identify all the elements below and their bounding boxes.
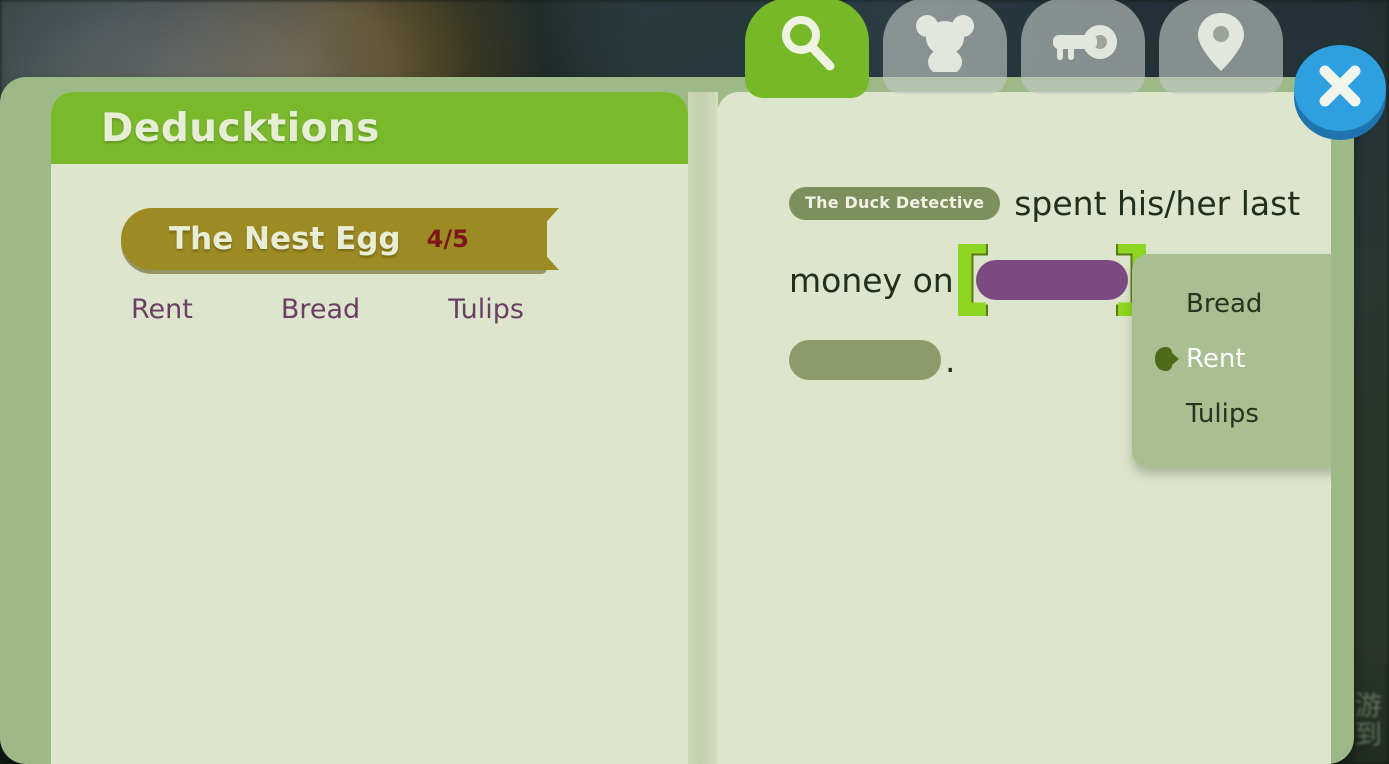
page-title: Deducktions	[101, 105, 380, 151]
sentence-text-2-prefix: money on	[789, 260, 954, 300]
left-page-header: Deducktions	[51, 92, 688, 164]
notebook-tab-strip	[745, 0, 1283, 98]
case-notebook: Deducktions The Nest Egg 4/5 Rent Bread …	[0, 77, 1354, 764]
word-bank-item-tulips[interactable]: Tulips	[448, 294, 524, 325]
case-ribbon-the-nest-egg[interactable]: The Nest Egg 4/5	[121, 208, 581, 272]
close-button-face	[1294, 45, 1386, 131]
watermark-line-2: 到	[1355, 719, 1383, 751]
key-icon	[1047, 19, 1119, 65]
sentence-end-punctuation: .	[945, 340, 956, 380]
answer-slot-2-fill	[789, 340, 941, 380]
duck-head-marker-icon	[1154, 346, 1180, 372]
answer-slot-1-fill	[975, 260, 1128, 300]
left-page: Deducktions The Nest Egg 4/5 Rent Bread …	[51, 92, 688, 764]
magnifier-icon	[771, 8, 843, 80]
case-list: The Nest Egg 4/5	[51, 164, 688, 272]
word-bank-item-rent[interactable]: Rent	[131, 294, 193, 325]
answer-dropdown: Bread Rent Tulips	[1132, 254, 1331, 467]
tab-deductions[interactable]	[745, 0, 869, 98]
notebook-spine	[688, 92, 718, 764]
case-progress-counter: 4/5	[426, 225, 469, 253]
answer-slot-2[interactable]	[789, 340, 941, 380]
tab-evidence[interactable]	[1021, 0, 1145, 94]
sentence-text-1: spent his/her last	[1014, 184, 1301, 223]
close-button[interactable]	[1294, 45, 1386, 140]
dropdown-option-rent[interactable]: Rent	[1132, 331, 1331, 386]
dropdown-option-tulips-label: Tulips	[1186, 398, 1259, 429]
tab-suspects[interactable]	[883, 0, 1007, 94]
deduction-sentence-area: The Duck Detective spent his/her last mo…	[717, 92, 1331, 764]
subject-chip[interactable]: The Duck Detective	[789, 187, 1001, 220]
word-bank: Rent Bread Tulips	[51, 294, 688, 325]
sentence-line-1: The Duck Detective spent his/her last	[789, 187, 1331, 220]
answer-slot-1[interactable]	[956, 238, 1148, 320]
word-bank-item-bread[interactable]: Bread	[281, 294, 360, 325]
location-pin-icon	[1196, 11, 1246, 73]
dropdown-option-rent-label: Rent	[1186, 343, 1246, 374]
dropdown-option-tulips[interactable]: Tulips	[1132, 386, 1331, 441]
tab-locations[interactable]	[1159, 0, 1283, 94]
selection-bracket-left-icon	[956, 238, 990, 320]
ribbon-tail	[531, 208, 559, 270]
teddy-bear-icon	[913, 12, 977, 72]
dropdown-option-bread-label: Bread	[1186, 288, 1263, 319]
watermark-line-1: 游	[1355, 691, 1383, 723]
background-watermark-text: 游 到	[1355, 691, 1383, 751]
close-icon	[1315, 61, 1365, 115]
right-page: The Duck Detective spent his/her last mo…	[717, 92, 1331, 764]
game-screen: 游 到 Deducktions The Nest Egg 4/5 Rent Br…	[0, 0, 1389, 764]
dropdown-option-bread[interactable]: Bread	[1132, 276, 1331, 331]
case-name: The Nest Egg	[169, 221, 401, 257]
